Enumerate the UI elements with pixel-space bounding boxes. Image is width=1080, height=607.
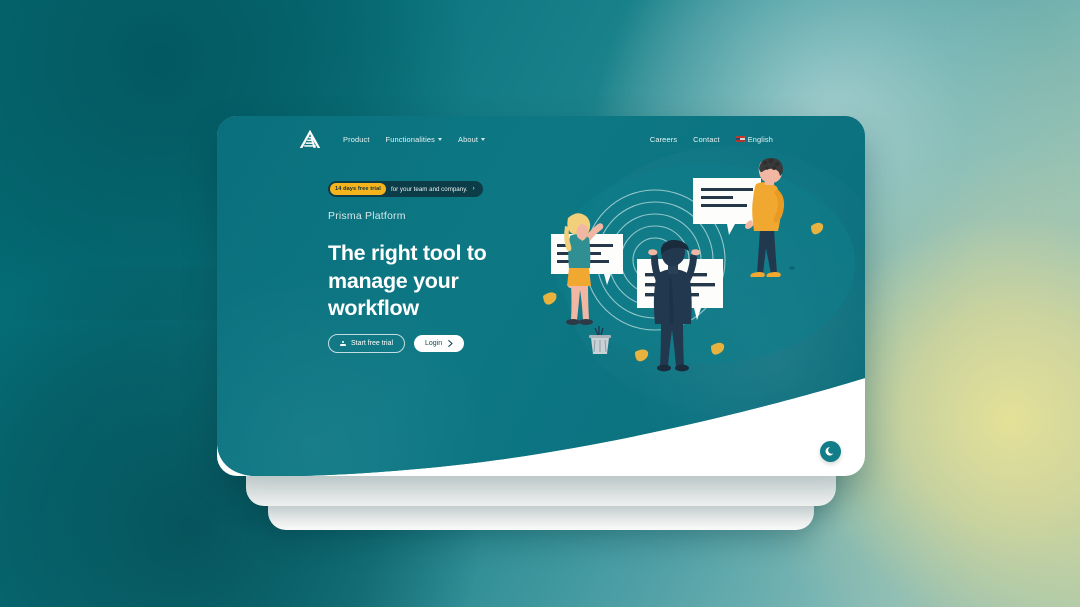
free-trial-pill: 14 days free trial: [330, 183, 386, 195]
team-collaboration-illustration: [537, 156, 857, 391]
browser-card: Product Functionalities About Careers Co…: [217, 116, 865, 476]
nav-item-label: Contact: [693, 134, 720, 144]
chevron-down-icon: [481, 138, 486, 141]
chevron-down-icon: [438, 138, 443, 141]
nav-item-label: Careers: [649, 134, 678, 144]
nav-item-careers[interactable]: Careers: [650, 135, 677, 144]
chevron-right-icon: ›: [472, 186, 475, 192]
page-title: The right tool to manage your workflow: [328, 241, 487, 321]
nav-item-label: Functionalities: [385, 134, 436, 144]
login-button[interactable]: Login: [414, 335, 465, 352]
nav-item-label: Product: [343, 134, 370, 144]
nav-item-functionalities[interactable]: Functionalities: [386, 135, 443, 144]
nav-item-label: About: [458, 134, 479, 144]
chevron-right-icon: [448, 340, 453, 347]
start-free-trial-button[interactable]: Start free trial: [328, 334, 406, 353]
cta-button-row: Start free trial Login: [328, 334, 465, 353]
screenshot-stage: Product Functionalities About Careers Co…: [0, 0, 1080, 607]
language-label: English: [747, 134, 773, 144]
prisma-logo[interactable]: [299, 129, 321, 149]
user-icon: [340, 340, 346, 347]
nav-item-product[interactable]: Product: [343, 135, 370, 144]
free-trial-text: for your team and company.: [390, 185, 468, 193]
start-free-trial-label: Start free trial: [351, 340, 394, 347]
free-trial-banner[interactable]: 14 days free trial for your team and com…: [328, 181, 483, 197]
flag-icon: [735, 135, 745, 143]
dark-mode-toggle[interactable]: [820, 441, 841, 462]
nav-item-about[interactable]: About: [458, 134, 486, 144]
login-label: Login: [425, 340, 443, 347]
nav-item-contact[interactable]: Contact: [693, 135, 720, 144]
product-name: Prisma Platform: [328, 210, 406, 222]
nav-right-items: Careers Contact English: [650, 135, 773, 144]
moon-icon: [825, 447, 834, 456]
nav-left-items: Product Functionalities About: [343, 134, 486, 144]
language-selector[interactable]: English: [735, 134, 773, 144]
